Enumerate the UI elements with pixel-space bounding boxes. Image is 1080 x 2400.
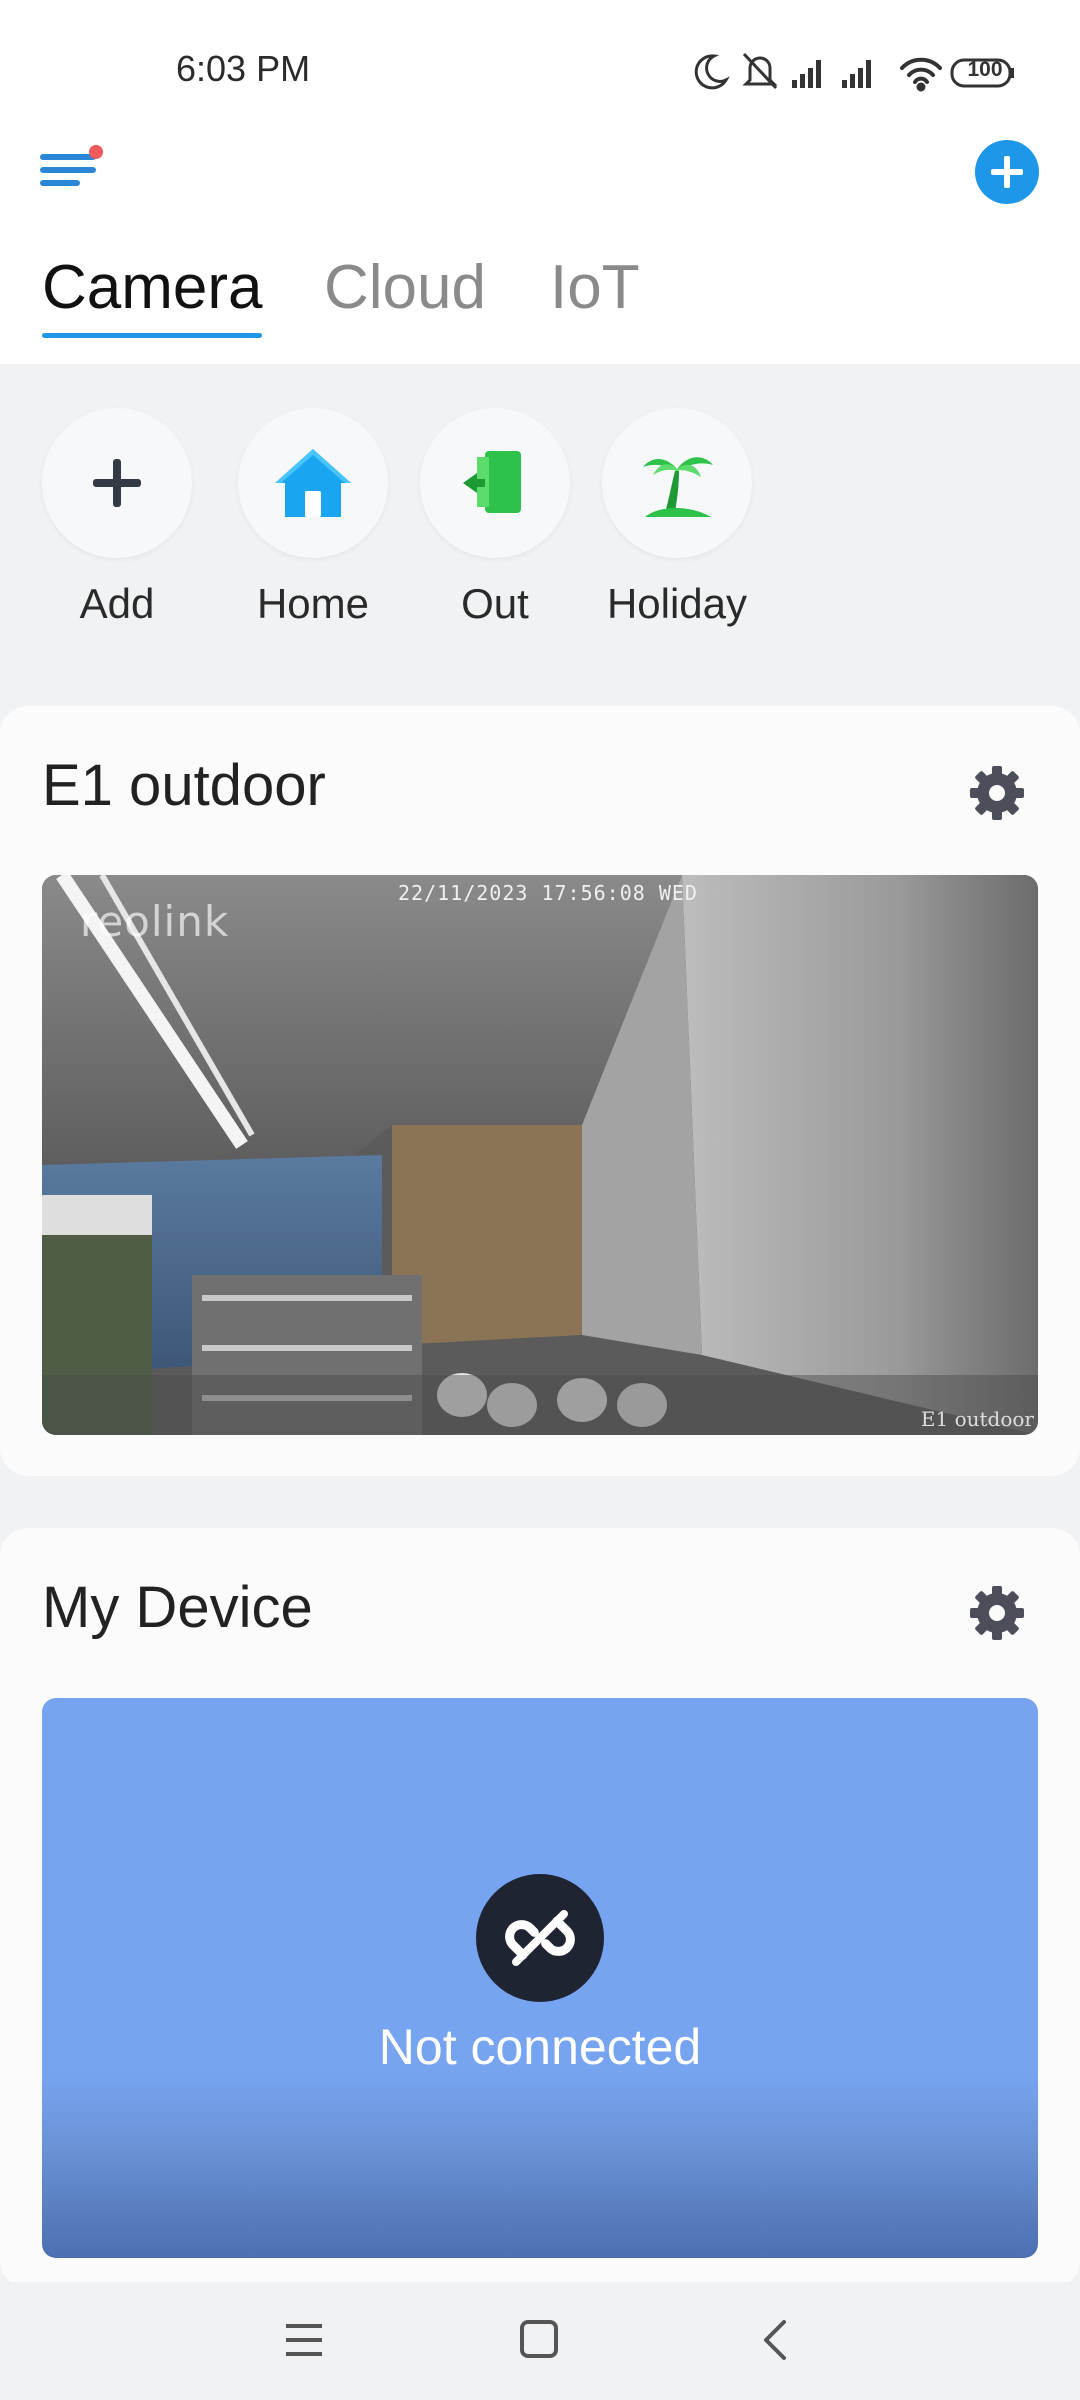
tab-camera[interactable]: Camera — [42, 252, 263, 323]
battery-level: 100 — [967, 58, 1003, 81]
moon-icon — [694, 54, 730, 90]
menu-lines-icon — [286, 2324, 322, 2356]
back-nav-button[interactable] — [756, 2318, 796, 2362]
mode-out[interactable]: Out — [420, 408, 570, 627]
back-chevron-icon — [764, 2320, 786, 2360]
connection-status: Not connected — [378, 2019, 702, 2075]
tab-iot[interactable]: IoT — [550, 252, 640, 323]
palm-tree-icon — [643, 457, 713, 517]
exit-door-icon — [463, 451, 521, 513]
camera-settings-button[interactable] — [968, 764, 1026, 822]
mode-add[interactable]: Add — [42, 408, 192, 627]
reolink-watermark: reolink — [80, 897, 230, 946]
muted-bell-icon — [742, 52, 778, 90]
out-icon-circle[interactable] — [420, 408, 570, 558]
active-tab-indicator — [42, 333, 262, 338]
gear-icon — [970, 766, 1024, 820]
plus-icon — [93, 459, 141, 507]
camera-live-feed[interactable]: 22/11/2023 17:56:08 WED reolink E1 outdo… — [42, 875, 1038, 1435]
mode-home[interactable]: Home — [238, 408, 388, 627]
camera-title: E1 outdoor — [42, 753, 326, 818]
device-offline-panel[interactable]: Not connected — [42, 1698, 1038, 2258]
gear-icon — [970, 1586, 1024, 1640]
menu-button[interactable] — [38, 140, 108, 200]
device-settings-button[interactable] — [968, 1584, 1026, 1642]
home-icon — [275, 449, 351, 517]
home-nav-button[interactable] — [518, 2318, 562, 2362]
home-icon-circle[interactable] — [238, 408, 388, 558]
status-icons: 100 — [690, 50, 1020, 94]
feed-timestamp: 22/11/2023 17:56:08 WED — [398, 881, 698, 905]
wifi-icon — [900, 57, 942, 92]
status-time: 6:03 PM — [176, 48, 311, 89]
add-icon-circle[interactable] — [42, 408, 192, 558]
menu-icon — [40, 145, 103, 186]
disconnected-link-icon — [476, 1874, 604, 2002]
mode-label: Holiday — [606, 580, 748, 627]
signal-icon — [792, 60, 821, 88]
square-icon — [520, 2320, 558, 2358]
mode-holiday[interactable]: Holiday — [602, 408, 752, 627]
device-title: My Device — [42, 1575, 313, 1640]
feed-camera-label: E1 outdoor — [920, 1407, 1034, 1431]
add-device-button[interactable] — [975, 140, 1039, 204]
holiday-icon-circle[interactable] — [602, 408, 752, 558]
system-navigation-bar — [0, 2282, 1080, 2400]
signal-icon — [842, 60, 871, 88]
plus-icon — [991, 156, 1023, 188]
recent-apps-button[interactable] — [282, 2320, 330, 2360]
tab-cloud[interactable]: Cloud — [324, 252, 486, 323]
camera-snapshot-image — [42, 875, 1038, 1435]
